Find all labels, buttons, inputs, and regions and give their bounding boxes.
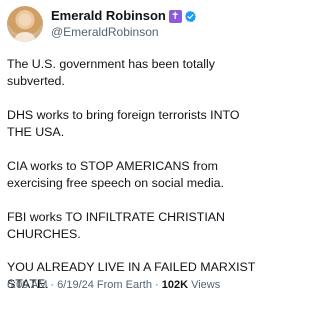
author-handle[interactable]: @EmeraldRobinson <box>51 24 197 40</box>
tweet-paragraph: CIA works to STOP AMERICANS from exercis… <box>7 159 224 190</box>
tweet-card: Emerald Robinson ✝ @EmeraldRobinson The … <box>0 0 268 300</box>
tweet-text: The U.S. government has been totally sub… <box>7 56 263 310</box>
tweet-paragraph: The U.S. government has been totally sub… <box>7 57 216 88</box>
tweet-meta: 6:00 AM · 6/19/24 From Earth · 102K View… <box>7 278 220 292</box>
author-names: Emerald Robinson ✝ @EmeraldRobinson <box>51 8 197 40</box>
avatar[interactable] <box>7 6 43 42</box>
cross-icon: ✝ <box>168 9 182 23</box>
tweet-time[interactable]: 6:00 AM <box>7 279 47 291</box>
tweet-source: From Earth <box>96 279 152 291</box>
views-label: Views <box>191 279 221 291</box>
meta-separator: · <box>50 279 55 291</box>
tweet-paragraph: FBI works TO INFILTRATE CHRISTIAN CHURCH… <box>7 210 226 241</box>
name-row: Emerald Robinson ✝ <box>51 8 197 24</box>
tweet-header: Emerald Robinson ✝ @EmeraldRobinson <box>7 6 197 46</box>
verified-badge-icon <box>184 10 196 22</box>
meta-separator: · <box>155 279 159 291</box>
display-name[interactable]: Emerald Robinson <box>51 8 166 24</box>
tweet-paragraph: DHS works to bring foreign terrorists IN… <box>7 108 240 139</box>
views-count: 102K <box>161 279 189 291</box>
tweet-date[interactable]: 6/19/24 <box>57 279 94 291</box>
